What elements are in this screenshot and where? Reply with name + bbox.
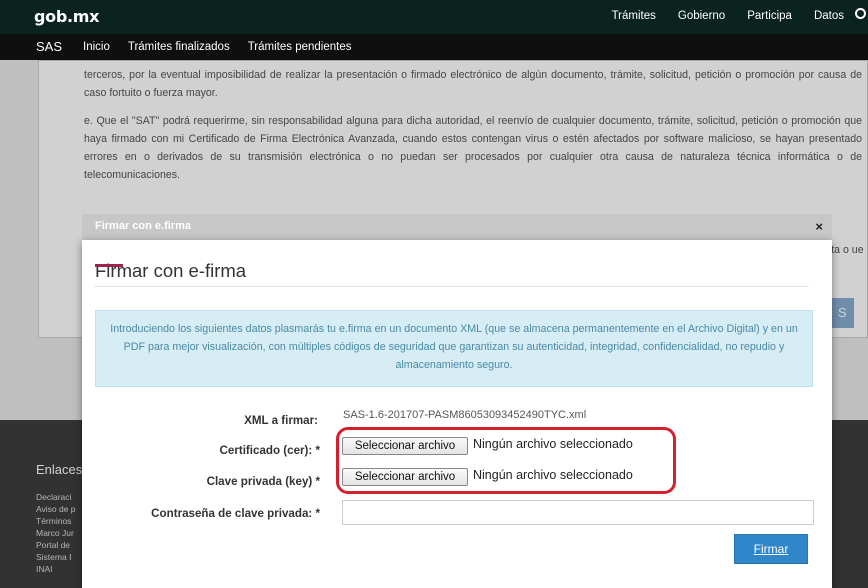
close-icon[interactable]: × — [815, 219, 823, 234]
nav-participa[interactable]: Participa — [747, 10, 792, 22]
sub-nav: Inicio Trámites finalizados Trámites pen… — [83, 41, 369, 53]
file-inputs-highlight — [336, 427, 676, 494]
modal-header-title: Firmar con e.firma — [95, 220, 191, 232]
subnav-tramites-finalizados[interactable]: Trámites finalizados — [128, 41, 230, 53]
private-key-label: Clave privada (key) * — [206, 475, 320, 488]
subnav-inicio[interactable]: Inicio — [83, 41, 110, 53]
info-alert: Introduciendo los siguientes datos plasm… — [95, 310, 813, 387]
password-field[interactable] — [342, 500, 814, 525]
sign-button[interactable]: Firmar — [734, 534, 808, 564]
modal-header: Firmar con e.firma × — [82, 214, 832, 240]
subnav-tramites-pendientes[interactable]: Trámites pendientes — [248, 41, 352, 53]
nav-tramites[interactable]: Trámites — [612, 10, 656, 22]
sas-brand: SAS — [36, 39, 63, 54]
xml-filename: SAS-1.6-201707-PASM86053093452490TYC.xml — [343, 409, 587, 421]
divider — [94, 286, 809, 287]
xml-label: XML a firmar: — [244, 414, 318, 427]
sub-header: SAS Inicio Trámites finalizados Trámites… — [0, 34, 868, 60]
top-nav: Trámites Gobierno Participa Datos — [590, 10, 844, 22]
certificate-label: Certificado (cer): * — [219, 444, 321, 457]
nav-gobierno[interactable]: Gobierno — [678, 10, 725, 22]
top-header: gob.mx Trámites Gobierno Participa Datos — [0, 0, 868, 34]
password-label: Contraseña de clave privada: * — [151, 507, 320, 520]
title-accent-bar — [95, 264, 123, 267]
nav-datos[interactable]: Datos — [814, 10, 844, 22]
search-icon[interactable] — [855, 8, 866, 19]
gob-mx-logo[interactable]: gob.mx — [34, 7, 99, 26]
